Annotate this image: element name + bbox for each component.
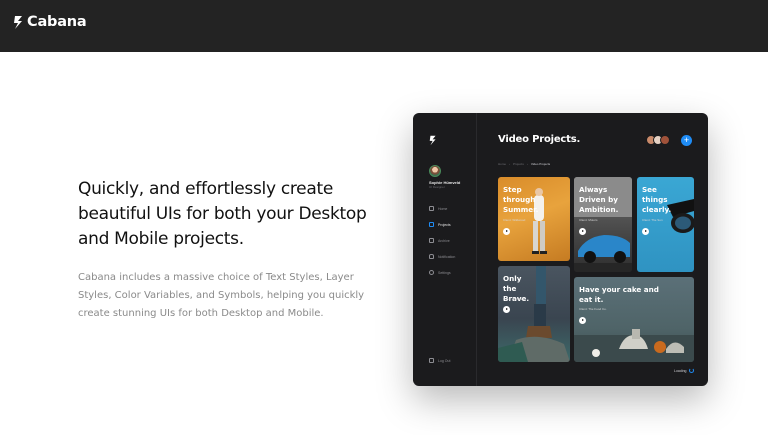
mockup-sidebar: Sophie Hümveld UI Designer Home Projects… <box>413 113 477 386</box>
loading-indicator: Loading <box>674 368 695 373</box>
avatar <box>660 135 670 145</box>
breadcrumb-separator: › <box>509 162 511 166</box>
sidebar-item-notification[interactable]: Notification <box>429 254 455 259</box>
sidebar-item-settings[interactable]: Settings <box>429 270 451 275</box>
page-title: Video Projects. <box>498 134 581 145</box>
breadcrumb: Home › Projects › Video Projects <box>498 162 550 166</box>
folder-icon <box>429 222 434 227</box>
breadcrumb-item[interactable]: Projects <box>513 162 524 166</box>
sidebar-item-label: Projects <box>438 222 451 227</box>
loading-label: Loading <box>674 368 687 373</box>
card-subtitle: Client: Pathfinder <box>503 297 527 301</box>
play-icon[interactable] <box>579 228 586 235</box>
add-button[interactable]: + <box>681 135 692 146</box>
project-card[interactable]: Have your cake and eat it. Client: The F… <box>574 277 694 362</box>
gear-icon <box>429 270 434 275</box>
card-subtitle: Client: Wildwood <box>503 218 526 222</box>
logout-label: Log Out <box>438 358 451 363</box>
top-navbar: Cabana <box>0 0 768 52</box>
sidebar-item-label: Archive <box>438 238 450 243</box>
card-title: Have your cake and eat it. <box>579 285 659 304</box>
project-card[interactable]: See things clearly. Client: The Sun <box>637 177 694 272</box>
collaborator-avatars[interactable] <box>646 135 670 145</box>
breadcrumb-item[interactable]: Home <box>498 162 506 166</box>
play-icon[interactable] <box>503 228 510 235</box>
project-card[interactable]: Only the Brave. Client: Pathfinder <box>498 266 570 362</box>
card-subtitle: Client: The Sun <box>642 218 663 222</box>
card-subtitle: Client: The Food Co. <box>579 307 607 311</box>
avatar[interactable] <box>429 165 441 177</box>
home-icon <box>429 206 434 211</box>
breadcrumb-separator: › <box>526 162 528 166</box>
card-title: Step through Summer. <box>503 185 539 214</box>
sidebar-item-archive[interactable]: Archive <box>429 238 450 243</box>
card-title: See things clearly. <box>642 185 672 214</box>
app-mockup: Sophie Hümveld UI Designer Home Projects… <box>413 113 708 386</box>
play-icon[interactable] <box>642 228 649 235</box>
bell-icon <box>429 254 434 259</box>
logout-button[interactable]: Log Out <box>429 358 450 363</box>
sidebar-item-projects[interactable]: Projects <box>429 222 451 227</box>
play-icon[interactable] <box>503 306 510 313</box>
brand-name: Cabana <box>27 14 87 30</box>
card-subtitle: Client: Motors <box>579 218 598 222</box>
sidebar-item-label: Home <box>438 206 448 211</box>
sidebar-item-label: Notification <box>438 254 456 259</box>
archive-icon <box>429 238 434 243</box>
hero-headline: Quickly, and effortlessly create beautif… <box>78 179 367 249</box>
project-card[interactable]: Always Driven by Ambition. Client: Motor… <box>574 177 632 272</box>
cabana-logo-icon <box>429 135 436 146</box>
play-icon[interactable] <box>579 317 586 324</box>
project-card[interactable]: Step through Summer. Client: Wildwood <box>498 177 570 261</box>
breadcrumb-current: Video Projects <box>530 162 551 166</box>
spinner-icon <box>689 368 695 373</box>
sidebar-item-home[interactable]: Home <box>429 206 447 211</box>
logout-icon <box>429 358 434 363</box>
brand-logo[interactable]: Cabana <box>13 13 87 31</box>
card-title: Always Driven by Ambition. <box>579 185 619 214</box>
hero-description: Cabana includes a massive choice of Text… <box>78 272 365 319</box>
sidebar-item-label: Settings <box>438 270 451 275</box>
user-role: UI Designer <box>429 185 445 189</box>
cabana-logo-icon <box>14 15 22 29</box>
